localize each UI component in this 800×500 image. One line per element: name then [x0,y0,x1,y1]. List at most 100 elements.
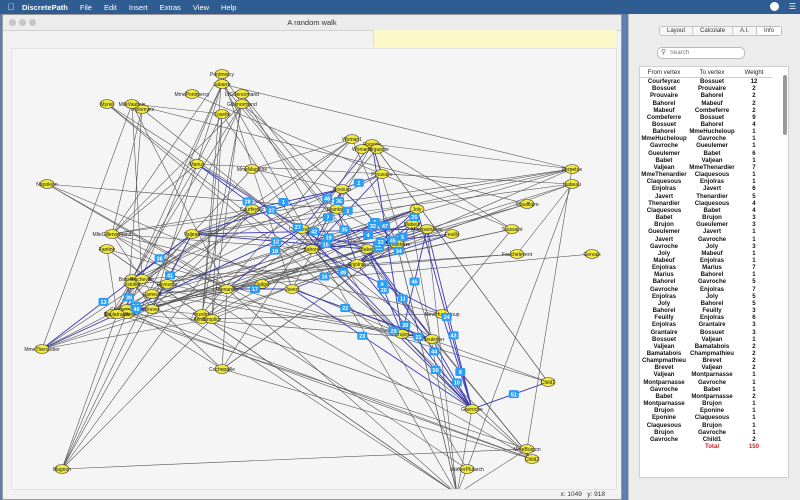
tab-info[interactable]: Info [757,27,782,35]
graph-edge[interactable] [221,368,533,460]
table-row[interactable]: Joly Bahorel 5 [640,300,772,307]
walk-edge[interactable] [441,313,473,410]
table-row[interactable]: Gavroche Babet 1 [640,386,772,393]
table-row[interactable]: Courfeyrac Bossuet 12 [640,78,772,86]
table-row[interactable]: Babet Montparnasse 2 [640,393,772,400]
table-row[interactable]: Thenardier Claquesous 4 [640,200,772,207]
tab-calculate[interactable]: Calculate [693,27,734,35]
table-row[interactable]: Claquesous Babet 4 [640,207,772,214]
table-row[interactable]: Claquesous Brujon 1 [640,422,772,429]
table-row[interactable]: Bossuet Prouvaire 2 [640,85,772,92]
menu-view[interactable]: View [193,3,209,12]
menu-file[interactable]: File [80,3,92,12]
walk-edge[interactable] [291,288,473,410]
table-row[interactable]: Javert Thenardier 5 [640,193,772,200]
table-row[interactable]: Gueulemer Babet 6 [640,150,772,157]
table-row[interactable]: Bahorel Feuilly 3 [640,307,772,314]
graph-edge[interactable] [151,248,313,310]
graph-edge[interactable] [201,318,473,410]
table-row[interactable]: Brujon Eponine 1 [640,407,772,414]
table-row[interactable]: Brevet Valjean 2 [640,364,772,371]
graph-edge[interactable] [126,313,533,460]
control-center-icon[interactable]: ☰ [789,2,796,11]
graph-edge[interactable] [226,288,458,495]
table-row[interactable]: Mabeuf Enjolras 1 [640,257,772,264]
graph-svg[interactable]: CourfeyracBossuetProuvaireBahorelMabeufC… [12,49,616,499]
walk-edge[interactable] [366,248,433,340]
graph-edge[interactable] [221,243,398,370]
table-row[interactable]: Claquesous Enjolras 1 [640,178,772,185]
table-row[interactable]: Brujon Gueulemer 3 [640,221,772,228]
graph-edge[interactable] [376,148,549,383]
table-row[interactable]: Gavroche Joly 3 [640,243,772,250]
graph-edge[interactable] [141,208,253,280]
to-cell: Champmathieu [689,350,735,358]
graph-edge[interactable] [61,448,528,470]
vertex-label: Woman2 [352,147,372,153]
graph-edge[interactable] [251,138,353,170]
graph-edge[interactable] [311,248,533,460]
table-row[interactable]: Valjean Bamatabois 2 [640,343,772,350]
table-row[interactable]: Valjean MmeThenardier 7 [640,164,772,171]
graph-edge[interactable] [61,313,118,470]
table-row[interactable]: Bahorel Mabeuf 2 [640,99,772,107]
menu-edit[interactable]: Edit [104,3,117,12]
graph-canvas[interactable]: Courfeyrac Bossuet Prouvaire Bahorel Mabeuf C… [11,48,617,499]
graph-edge[interactable] [61,233,193,470]
table-row[interactable]: MmeThenardier Claquesous 1 [640,171,772,178]
graph-edge[interactable] [526,168,573,450]
table-row[interactable]: Bahorel Gavroche 5 [640,278,772,285]
menu-help[interactable]: Help [221,3,236,12]
menu-extras[interactable]: Extras [160,3,181,12]
table-row[interactable]: Valjean Montparnasse 1 [640,371,772,378]
table-row[interactable]: Champmathieu Brevet 2 [640,357,772,364]
table-row[interactable]: Bamatabois Champmathieu 2 [640,350,772,357]
menu-insert[interactable]: Insert [129,3,148,12]
table-row[interactable]: Joly Mabeuf 1 [640,250,772,257]
column-header-from[interactable]: From vertex [640,67,688,78]
table-row[interactable]: Grantaire Bossuet 3 [640,328,772,336]
table-row[interactable]: Mabeuf Combeferre 2 [640,107,772,114]
table-row[interactable]: Bahorel MmeHucheloup 1 [640,128,772,135]
table-row[interactable]: Bossuet Bahorel 4 [640,121,772,128]
apple-icon[interactable]:  [0,2,22,12]
table-row[interactable]: Javert Gavroche 1 [640,235,772,243]
table-row[interactable]: Montparnasse Gavroche 1 [640,379,772,386]
column-header-to[interactable]: To vertex [688,67,736,78]
table-row[interactable]: Montparnasse Brujon 1 [640,400,772,407]
status-icon[interactable] [769,2,779,11]
app-menu[interactable]: DiscretePath [22,3,68,12]
table-row[interactable]: Enjolras Javert 6 [640,185,772,192]
column-header-weight[interactable]: Weight [736,67,772,78]
step-number: 35 [341,228,347,234]
table-row[interactable]: Enjolras Joly 5 [640,293,772,300]
table-row[interactable]: Gueulemer Javert 1 [640,228,772,235]
graph-edge[interactable] [151,293,458,495]
table-row[interactable]: Enjolras Grantaire 3 [640,321,772,328]
table-row[interactable]: Prouvaire Bahorel 2 [640,92,772,99]
table-row[interactable]: Combeferre Bossuet 9 [640,114,772,121]
table-row[interactable]: Enjolras Marius 7 [640,264,772,271]
search-field[interactable]: ⚲ [657,47,745,59]
table-row[interactable]: Eponine Claquesous 1 [640,414,772,421]
table-row[interactable]: Brujon Gavroche 1 [640,429,772,436]
table-row[interactable]: Bossuet Valjean 1 [640,336,772,343]
table-row[interactable]: Gavroche Gueulemer 1 [640,142,772,149]
vertex-label: Myriel [100,102,113,108]
table-row[interactable]: MmeHucheloup Gavroche 1 [640,135,772,142]
table-row[interactable]: Babet Valjean 1 [640,157,772,164]
table-row[interactable]: Gavroche Enjolras 7 [640,286,772,293]
table-row[interactable]: Babet Brujon 3 [640,214,772,221]
table-row[interactable]: Feuilly Enjolras 6 [640,314,772,321]
graph-edge[interactable] [371,143,573,170]
table-scrollbar[interactable] [783,75,787,135]
edge-table[interactable]: From vertex To vertex Weight Courfeyrac B… [639,66,789,478]
search-input[interactable] [670,48,740,58]
tab-ai[interactable]: A.I. [733,27,758,35]
graph-edge[interactable] [221,83,573,170]
vertex-label: MotherPlutarch [450,467,484,473]
tab-layout[interactable]: Layout [660,27,694,35]
table-row[interactable]: Gavroche Child1 2 [640,436,772,443]
to-cell: Bahorel [700,271,724,279]
table-row[interactable]: Marius Bahorel 1 [640,271,772,278]
